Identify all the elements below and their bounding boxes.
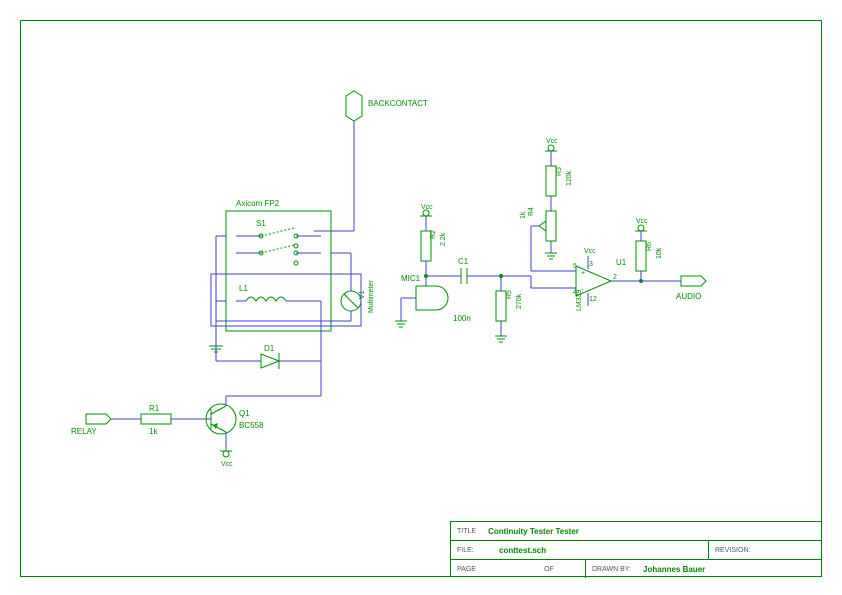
svg-text:270k: 270k: [516, 293, 523, 309]
of-label: OF: [513, 564, 585, 575]
svg-text:Multimeter: Multimeter: [368, 280, 375, 313]
page-label: PAGE: [451, 564, 513, 575]
svg-text:U1: U1: [616, 258, 627, 267]
svg-text:3: 3: [589, 261, 593, 268]
drawn-by: Johannes Bauer: [637, 563, 711, 576]
svg-text:2.2k: 2.2k: [440, 232, 447, 246]
ref-divider: Vcc R3 120k R4 1k: [520, 138, 576, 271]
svg-text:10k: 10k: [656, 247, 663, 259]
relay-box: Axicom FP2 S1 L1: [209, 199, 331, 352]
svg-text:1k: 1k: [149, 427, 158, 436]
svg-text:C1: C1: [458, 257, 469, 266]
svg-text:+: +: [581, 270, 585, 277]
svg-text:AUDIO: AUDIO: [676, 292, 701, 301]
drawn-label: DRAWN BY:: [586, 564, 637, 575]
svg-text:Vcc: Vcc: [584, 248, 596, 255]
svg-text:Vcc: Vcc: [546, 138, 558, 145]
svg-text:V1: V1: [359, 290, 366, 299]
svg-text:5: 5: [573, 263, 577, 270]
svg-text:MIC1: MIC1: [401, 274, 421, 283]
svg-text:R5: R5: [506, 290, 513, 299]
svg-text:R2: R2: [430, 230, 437, 239]
svg-text:12: 12: [589, 296, 597, 303]
schematic-svg: BACKCONTACT Axicom FP2 S1 L1: [21, 21, 821, 576]
svg-text:120k: 120k: [566, 170, 573, 186]
svg-text:R1: R1: [149, 404, 160, 413]
svg-text:L1: L1: [239, 284, 248, 293]
svg-text:BACKCONTACT: BACKCONTACT: [368, 99, 428, 108]
svg-text:Axicom FP2: Axicom FP2: [236, 199, 280, 208]
svg-text:R4: R4: [528, 207, 535, 216]
svg-text:D1: D1: [264, 344, 275, 353]
svg-text:Vcc: Vcc: [421, 204, 433, 211]
diode-d1: D1: [216, 301, 321, 369]
r5: R5 270k: [495, 274, 523, 342]
svg-text:S1: S1: [256, 219, 266, 228]
svg-text:Vcc: Vcc: [221, 461, 233, 468]
svg-text:100n: 100n: [453, 314, 471, 323]
svg-text:LM339: LM339: [576, 289, 583, 311]
schematic-frame: BACKCONTACT Axicom FP2 S1 L1: [20, 20, 822, 577]
svg-text:2: 2: [613, 274, 617, 281]
svg-text:R3: R3: [556, 167, 563, 176]
revision-label: REVISION:: [709, 545, 821, 556]
port-backcontact: BACKCONTACT: [314, 91, 428, 231]
file-label: FILE:: [451, 545, 493, 556]
relay-input: RELAY R1 1k Q1 BC558 Vcc: [71, 361, 321, 468]
title-label: TITLE: [451, 526, 482, 537]
schematic-title: Continuity Tester Tester: [482, 525, 585, 538]
mic-stage: Vcc R2 2.2k MIC1: [395, 204, 461, 327]
output-stage: R6 10k Vcc AUDIO: [635, 218, 706, 301]
svg-text:R6: R6: [646, 242, 653, 251]
title-block: TITLE Continuity Tester Tester FILE: con…: [450, 521, 821, 576]
svg-text:Vcc: Vcc: [636, 218, 648, 225]
file-name: conttest.sch: [493, 544, 708, 557]
svg-text:RELAY: RELAY: [71, 427, 97, 436]
svg-text:BC558: BC558: [239, 421, 264, 430]
c1: C1 100n: [453, 257, 501, 323]
svg-text:Q1: Q1: [239, 409, 250, 418]
svg-text:1k: 1k: [520, 211, 527, 219]
